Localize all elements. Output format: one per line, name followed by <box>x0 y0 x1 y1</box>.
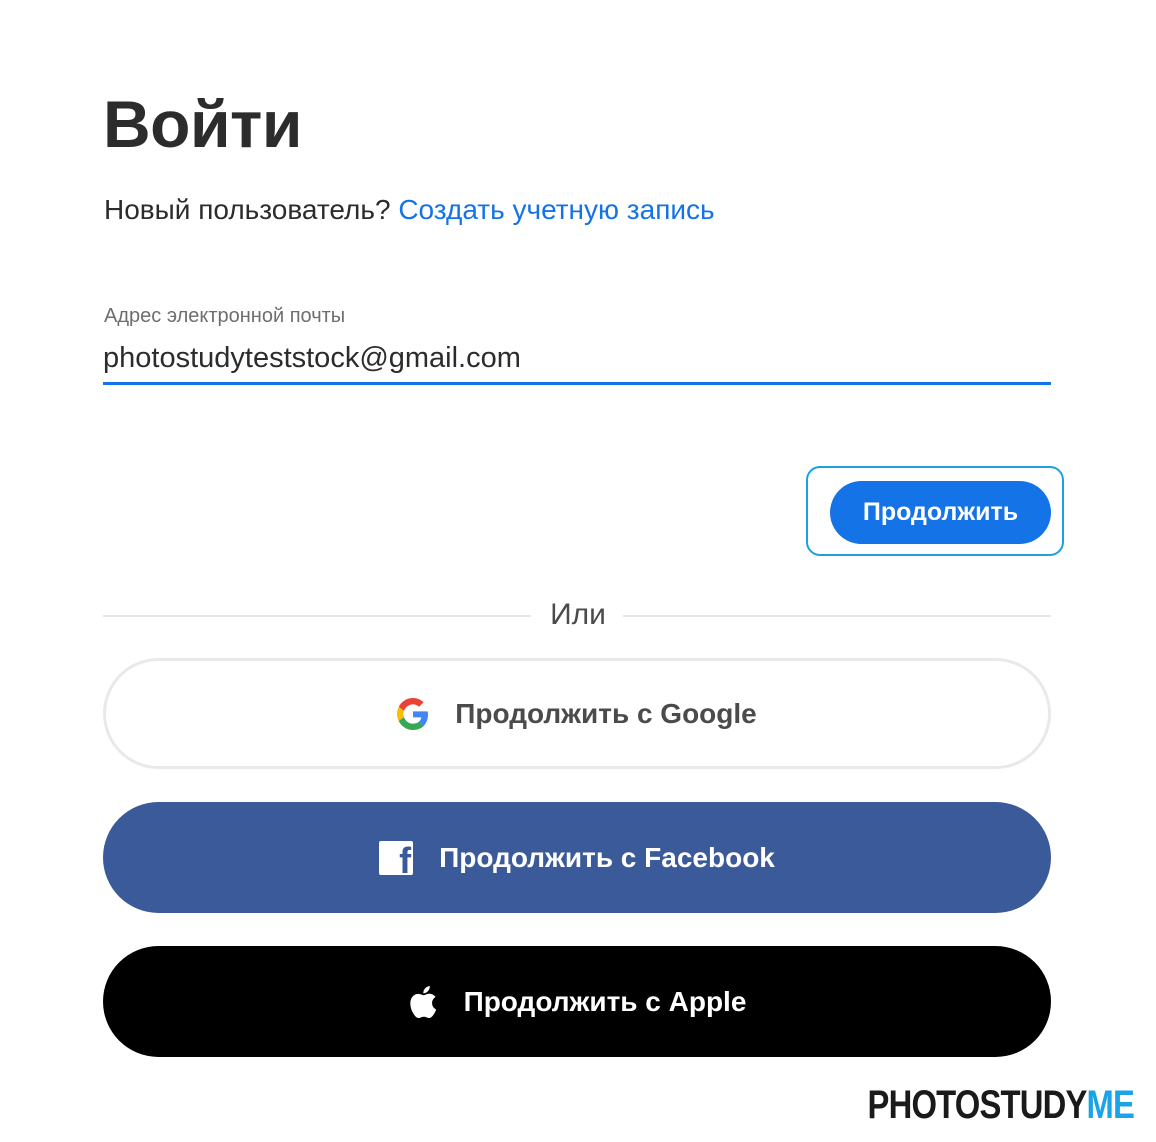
divider-line-left <box>103 615 531 617</box>
google-button-label: Продолжить с Google <box>455 697 757 729</box>
apple-icon <box>408 985 438 1019</box>
continue-with-facebook-button[interactable]: f Продолжить с Facebook <box>103 802 1051 913</box>
logo-text-part2: ME <box>1086 1083 1134 1127</box>
divider-or-text: Или <box>550 598 606 631</box>
email-input[interactable] <box>103 334 1051 385</box>
continue-button[interactable]: Продолжить <box>830 481 1051 544</box>
facebook-button-label: Продолжить с Facebook <box>439 841 775 873</box>
new-user-text: Новый пользователь? <box>104 194 391 225</box>
continue-with-google-button[interactable]: Продолжить с Google <box>103 658 1051 769</box>
create-account-link[interactable]: Создать учетную запись <box>398 194 714 225</box>
continue-with-apple-button[interactable]: Продолжить с Apple <box>103 946 1051 1057</box>
google-icon <box>397 697 429 730</box>
divider-line-right <box>623 615 1051 617</box>
email-label: Адрес электронной почты <box>104 305 346 327</box>
signup-row: Новый пользователь? Создать учетную запи… <box>104 192 715 228</box>
apple-button-label: Продолжить с Apple <box>463 985 747 1017</box>
photostudyme-logo: PHOTOSTUDYME <box>867 1083 1134 1128</box>
logo-text-part1: PHOTOSTUDY <box>867 1083 1087 1127</box>
facebook-icon: f <box>379 840 414 875</box>
page-title: Войти <box>103 87 302 161</box>
